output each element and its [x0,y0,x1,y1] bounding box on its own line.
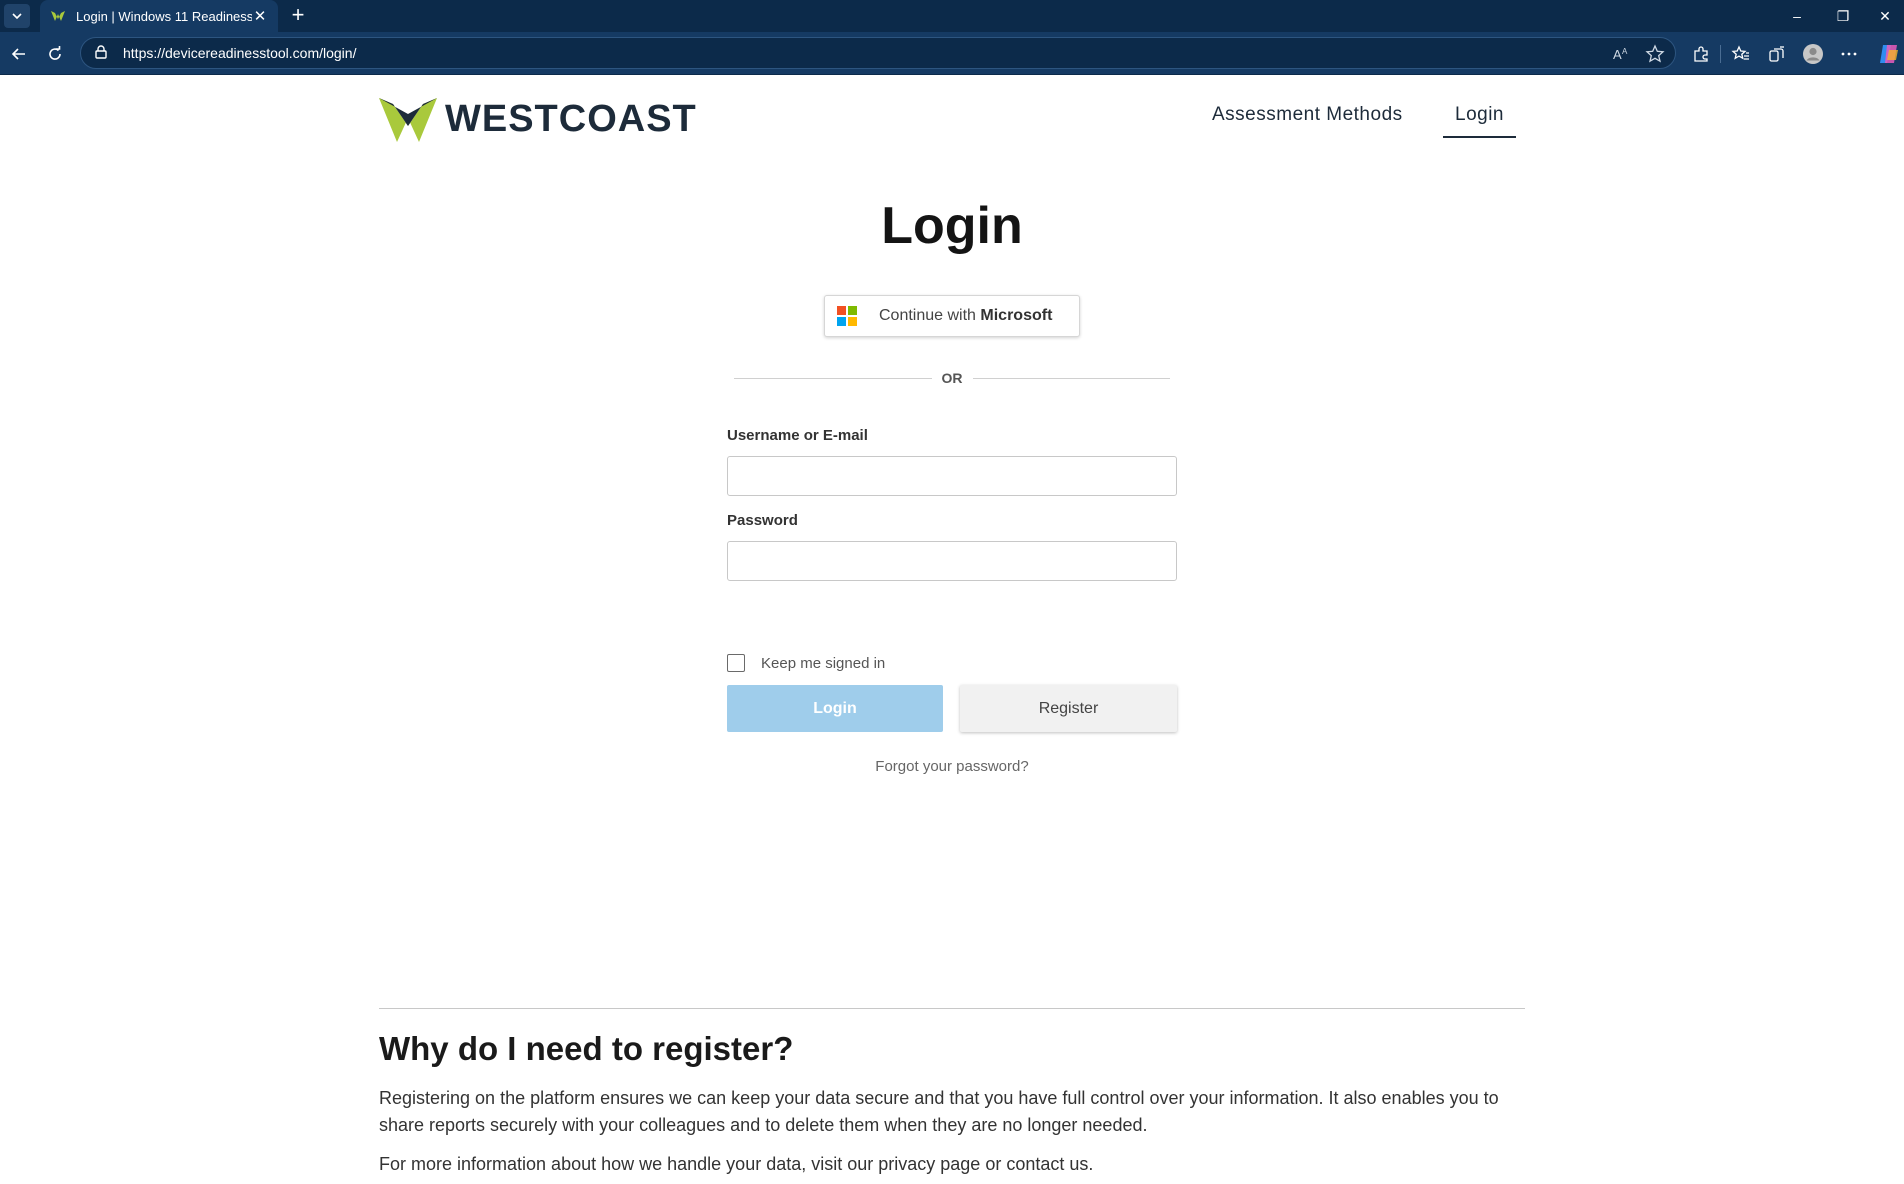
lock-icon [93,44,111,62]
browser-tab[interactable]: Login | Windows 11 Readiness ✕ [40,0,278,32]
refresh-icon [49,46,61,60]
svg-text:A: A [1613,47,1622,62]
username-label: Username or E-mail [727,427,868,444]
arrow-left-icon [11,48,25,60]
browser-toolbar: https://devicereadinesstool.com/login/ A… [0,32,1904,75]
tab-list-button[interactable] [4,4,30,28]
more-menu-button[interactable] [1836,41,1862,67]
username-input[interactable] [727,456,1177,496]
keep-signed-in-label[interactable]: Keep me signed in [761,655,885,672]
forgot-password-link[interactable]: Forgot your password? [0,758,1904,775]
url-text: https://devicereadinesstool.com/login/ [123,45,357,61]
site-header: WESTCOAST Assessment Methods Login [379,96,1525,146]
star-icon[interactable] [1645,44,1665,64]
brand-name: WESTCOAST [445,97,697,140]
new-tab-button[interactable]: + [286,4,310,28]
register-button[interactable]: Register [960,685,1177,732]
westcoast-logo[interactable]: WESTCOAST [379,96,697,142]
ellipsis-icon [1841,52,1857,56]
favorites-icon [1731,45,1749,60]
collections-icon [1769,46,1784,62]
svg-text:A: A [1622,47,1628,56]
section-divider [379,1008,1525,1009]
browser-tab-bar: Login | Windows 11 Readiness ✕ + – ❐ ✕ [0,0,1904,32]
tab-title: Login | Windows 11 Readiness [76,8,252,24]
restore-button[interactable]: ❐ [1820,0,1866,32]
nav-assessment-methods[interactable]: Assessment Methods [1212,104,1403,126]
favorites-button[interactable] [1728,41,1754,67]
extensions-button[interactable] [1688,41,1714,67]
tab-close-icon[interactable]: ✕ [252,7,268,25]
avatar-icon [1803,44,1823,64]
back-button[interactable] [6,41,32,67]
password-label: Password [727,512,798,529]
copilot-button[interactable] [1876,41,1902,67]
or-divider: OR [734,368,1170,388]
profile-button[interactable] [1800,41,1826,67]
why-register-paragraph: Registering on the platform ensures we c… [379,1088,1499,1135]
keep-signed-in-row[interactable]: Keep me signed in [727,654,885,672]
privacy-info-paragraph: For more information about how we handle… [379,1154,1094,1174]
nav-login[interactable]: Login [1443,104,1516,138]
page-title: Login [881,197,1023,255]
login-button[interactable]: Login [727,685,943,732]
why-register-heading: Why do I need to register? [379,1030,794,1067]
minimize-button[interactable]: – [1774,0,1820,32]
refresh-button[interactable] [42,41,68,67]
continue-with-microsoft-button[interactable]: Continue with Microsoft [824,295,1080,337]
microsoft-logo-icon [837,306,857,326]
westcoast-favicon-icon [50,8,66,24]
close-window-button[interactable]: ✕ [1866,0,1904,32]
keep-signed-in-checkbox[interactable] [727,654,745,672]
collections-button[interactable] [1764,41,1790,67]
toolbar-separator [1720,45,1721,63]
read-aloud-icon[interactable]: AA [1611,44,1631,64]
chevron-down-icon [12,13,22,20]
or-text: OR [941,370,963,386]
password-input[interactable] [727,541,1177,581]
microsoft-button-label: Continue with Microsoft [879,307,1053,324]
copilot-icon [1880,45,1898,63]
westcoast-logo-icon [379,98,437,142]
address-bar[interactable]: https://devicereadinesstool.com/login/ A… [80,37,1676,69]
puzzle-icon [1694,46,1708,62]
